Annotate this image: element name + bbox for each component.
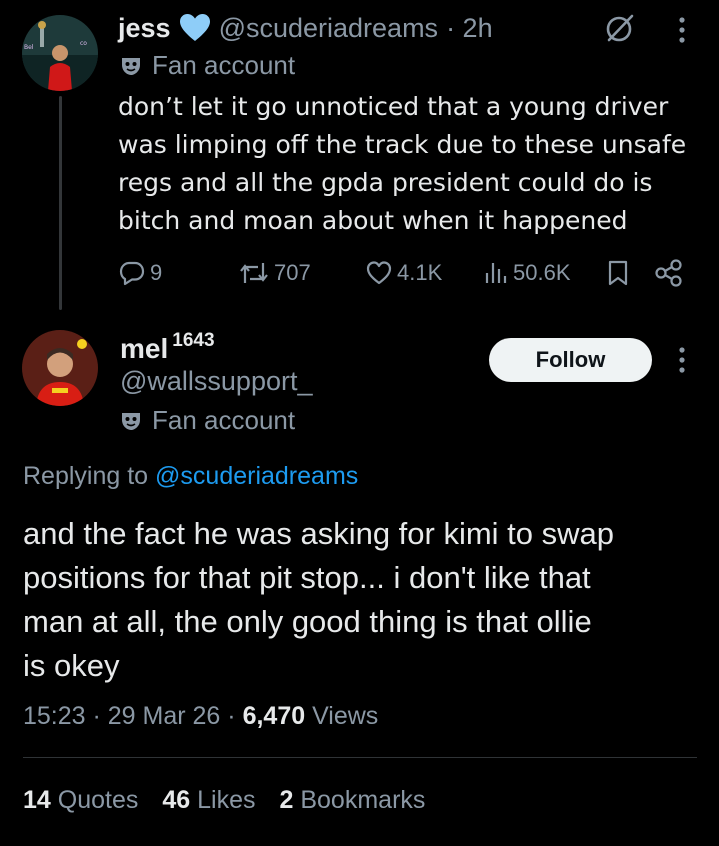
text-line: was limping off the track due to these u… [118, 130, 687, 159]
fan-account-label: Fan account [120, 50, 295, 81]
avatar-jess[interactable]: Bel co [22, 15, 98, 91]
tweet1-actions: 9 707 4.1K 50.6K [118, 255, 688, 291]
tweet-meta: 15:23 · 29 Mar 26 · 6,470 Views [23, 702, 378, 731]
thread-line [59, 96, 62, 310]
share-button[interactable] [654, 255, 684, 291]
fan-account-text: Fan account [152, 405, 296, 435]
text-line: man at all, the only good thing is that … [23, 604, 592, 639]
display-name[interactable]: mel 1643 [120, 330, 215, 365]
share-icon [655, 259, 682, 287]
likes-stat[interactable]: 46 Likes [162, 786, 255, 815]
handle[interactable]: @scuderiadreams [219, 13, 439, 44]
text-line: bitch and moan about when it happened [118, 206, 628, 235]
views-label: Views [305, 702, 379, 730]
display-name[interactable]: jess [118, 13, 171, 44]
display-name-text: mel [120, 333, 169, 364]
replying-handle-link[interactable]: @scuderiadreams [155, 462, 358, 490]
more-options-icon[interactable] [672, 14, 692, 46]
bookmarks-count: 2 [279, 786, 294, 814]
views-count: 6,470 [242, 702, 306, 730]
more-options-icon[interactable] [672, 344, 692, 376]
likes-label: Likes [190, 786, 256, 814]
reply-count: 9 [150, 260, 163, 285]
bookmarks-label: Bookmarks [293, 786, 426, 814]
views-button[interactable]: 50.6K [483, 255, 571, 291]
fan-account-text: Fan account [152, 50, 296, 80]
reply-icon [119, 261, 145, 286]
repost-button[interactable]: 707 [238, 255, 311, 291]
heart-icon [366, 261, 392, 285]
bookmark-button[interactable] [606, 255, 630, 291]
svg-text:Bel: Bel [24, 44, 34, 51]
like-count: 4.1K [397, 260, 443, 285]
text-line: don’t let it go unnoticed that a young d… [118, 92, 669, 121]
repost-count: 707 [274, 260, 311, 285]
text-line: and the fact he was asking for kimi to s… [23, 516, 615, 551]
text-line: positions for that pit stop... i don't l… [23, 560, 591, 595]
timestamp[interactable]: · 2h [446, 13, 493, 44]
tweet1-text: don’t let it go unnoticed that a young d… [118, 88, 708, 240]
likes-count: 46 [162, 786, 191, 814]
blue-heart-icon [179, 13, 211, 43]
divider [23, 757, 697, 758]
replying-to: Replying to @scuderiadreams [23, 462, 358, 491]
fan-account-label: Fan account [120, 405, 295, 436]
tweet1-header: jess @scuderiadreams · 2h [118, 10, 493, 46]
tweet2-text: and the fact he was asking for kimi to s… [23, 512, 703, 688]
post-time[interactable]: 15:23 · 29 Mar 26 · [23, 702, 243, 730]
text-line: regs and all the gpda president could do… [118, 168, 653, 197]
reply-button[interactable]: 9 [118, 255, 162, 291]
replying-prefix: Replying to [23, 462, 149, 490]
quotes-label: Quotes [50, 786, 139, 814]
masks-icon [122, 412, 140, 430]
analytics-icon [485, 263, 507, 283]
engagement-stats: 14 Quotes 46 Likes 2 Bookmarks [23, 786, 425, 815]
handle[interactable]: @wallssupport_ [120, 366, 313, 397]
views-count: 50.6K [513, 260, 571, 285]
svg-text:co: co [80, 40, 87, 47]
repost-icon [240, 263, 268, 283]
text-line: is okey [23, 648, 120, 683]
follow-button[interactable]: Follow [489, 338, 652, 382]
quotes-count: 14 [23, 786, 51, 814]
like-button[interactable]: 4.1K [365, 255, 442, 291]
bookmark-icon [608, 260, 628, 286]
bookmarks-stat[interactable]: 2 Bookmarks [280, 786, 426, 815]
quotes-stat[interactable]: 14 Quotes [23, 786, 138, 815]
masks-icon [122, 57, 140, 75]
display-name-suffix: 1643 [172, 330, 215, 351]
grok-icon[interactable] [604, 12, 636, 44]
avatar-mel[interactable] [22, 330, 98, 406]
